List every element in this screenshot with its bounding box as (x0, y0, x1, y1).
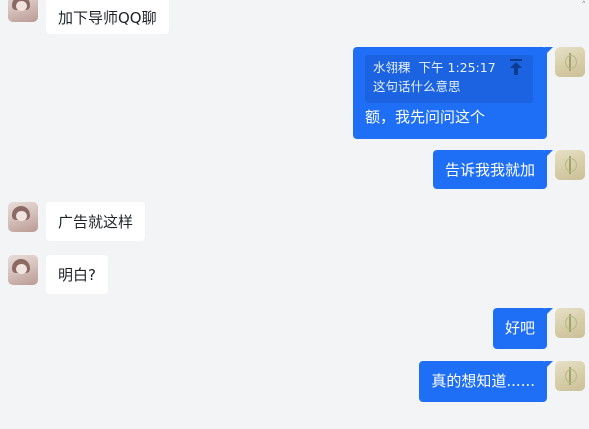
avatar[interactable] (555, 361, 585, 391)
message-bubble[interactable]: 真的想知道...... (419, 361, 553, 402)
quoted-time: 下午 1:25:17 (418, 60, 496, 75)
message-bubble[interactable]: 加下导师QQ聊 (46, 0, 169, 34)
avatar[interactable] (8, 0, 38, 22)
message-bubble[interactable]: 告诉我我就加 (432, 150, 554, 189)
scroll-indicator-icon: ˄ (581, 1, 587, 11)
message-text: 告诉我我就加 (444, 161, 535, 179)
message-text: 广告就这样 (58, 213, 134, 231)
avatar[interactable] (8, 202, 38, 232)
quoted-sender: 水翎稞 (373, 60, 411, 75)
avatar[interactable] (555, 47, 585, 77)
message-bubble[interactable]: 明白? (46, 255, 108, 294)
message-text: 额，我先问问这个 (365, 108, 486, 126)
reply-message-bubble[interactable]: 水翎稞 下午 1:25:17 这句话什么意思 额，我先问问这个 (353, 47, 553, 139)
avatar[interactable] (8, 255, 38, 285)
message-bubble[interactable]: 广告就这样 (46, 202, 146, 241)
avatar[interactable] (555, 308, 585, 338)
quoted-text: 这句话什么意思 (373, 79, 461, 94)
message-text: 加下导师QQ聊 (58, 9, 157, 27)
message-bubble[interactable]: 好吧 (492, 308, 554, 349)
quoted-message[interactable]: 水翎稞 下午 1:25:17 这句话什么意思 (365, 55, 533, 103)
avatar[interactable] (555, 150, 585, 180)
message-text: 好吧 (504, 319, 535, 337)
message-text: 真的想知道...... (431, 372, 535, 390)
arrow-up-to-top-icon[interactable] (509, 59, 523, 75)
message-text: 明白? (58, 266, 96, 284)
